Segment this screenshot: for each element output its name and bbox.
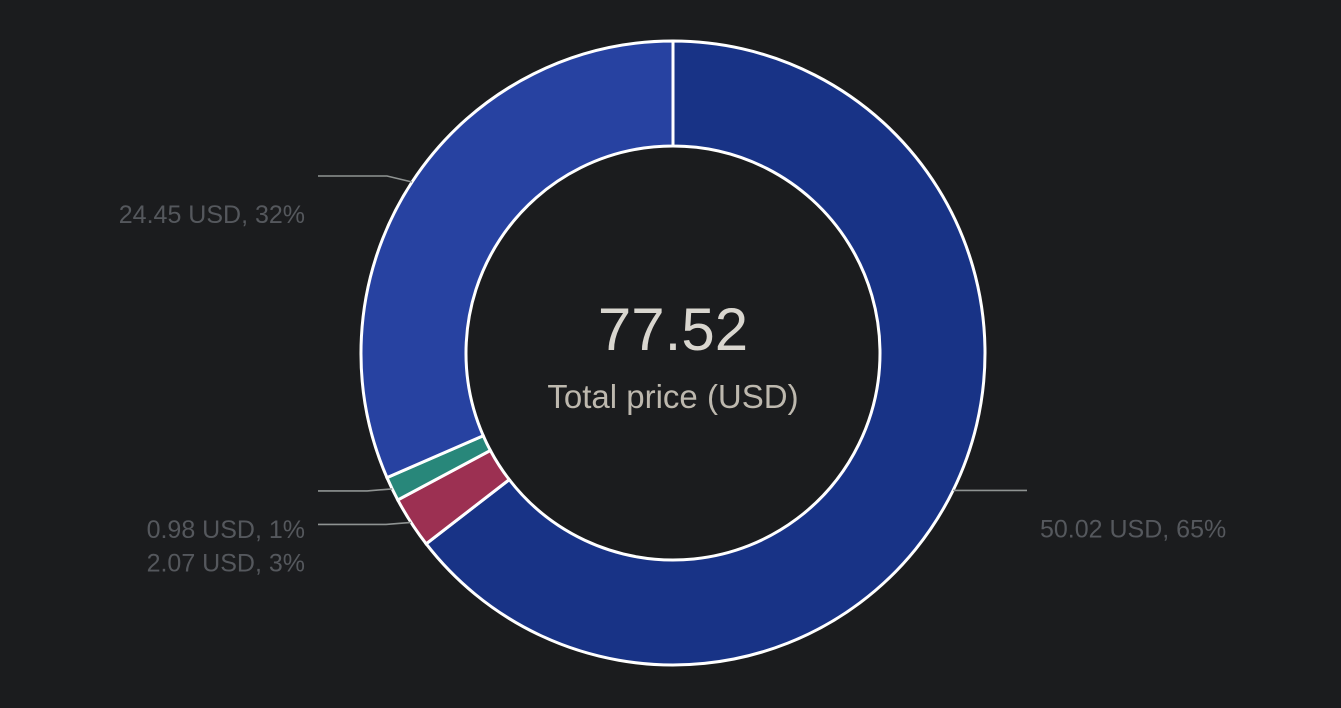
slice-value-label-1: 2.07 USD, 3% <box>147 549 305 577</box>
leader-line-3 <box>318 175 413 183</box>
leader-line-1 <box>318 521 412 526</box>
donut-chart: 50.02 USD, 65% 2.07 USD, 3% 0.98 USD, 1% 24… <box>119 39 1226 667</box>
slice-value-label-3: 24.45 USD, 32% <box>119 201 305 229</box>
center-total-caption: Total price (USD) <box>547 378 798 415</box>
slice-value-label-2: 0.98 USD, 1% <box>147 516 305 544</box>
center-total-value: 77.52 <box>598 296 748 363</box>
leader-line-2 <box>318 488 393 492</box>
slice-value-label-0: 50.02 USD, 65% <box>1040 515 1226 543</box>
